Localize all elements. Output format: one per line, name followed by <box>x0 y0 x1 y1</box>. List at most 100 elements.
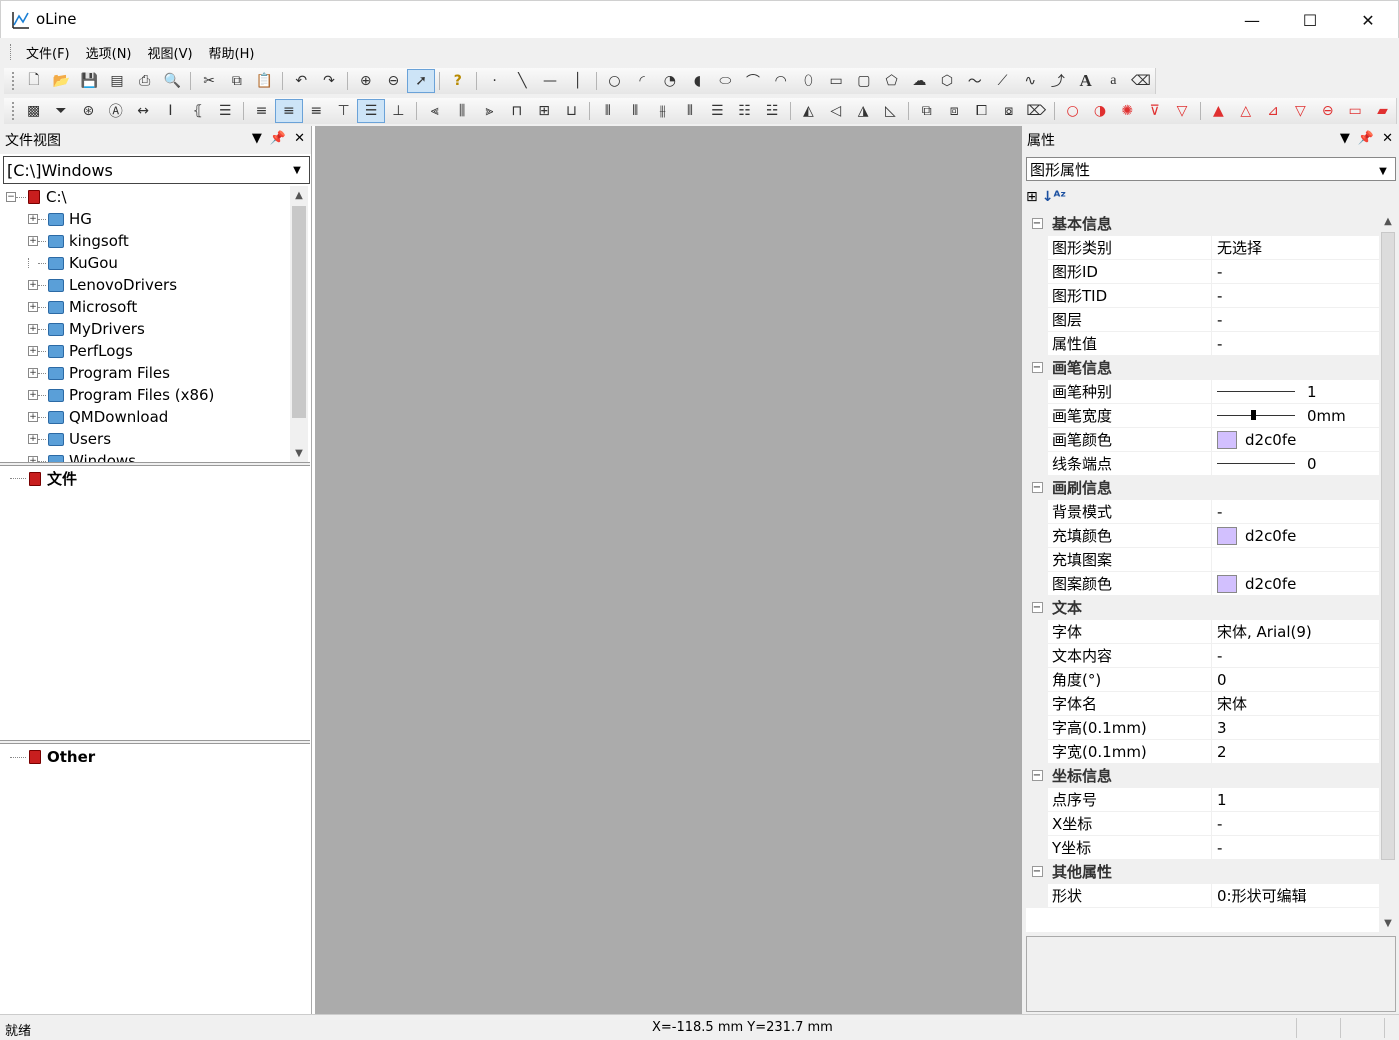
property-row[interactable]: 点序号 1 <box>1026 788 1379 812</box>
circled-a-icon[interactable]: Ⓐ <box>102 99 129 123</box>
property-value[interactable] <box>1212 548 1379 571</box>
property-category[interactable]: − 画刷信息 <box>1026 476 1379 500</box>
property-row[interactable]: 文本内容 - <box>1026 644 1379 668</box>
polyline-tool-icon[interactable]: ⟋ <box>989 69 1017 93</box>
sort-az-icon[interactable]: ↓ᴬᶻ <box>1042 189 1066 205</box>
pie-tool-icon[interactable]: ◔ <box>656 69 684 93</box>
property-value[interactable]: d2c0fe <box>1212 524 1379 547</box>
height-dimension-icon[interactable]: I <box>157 99 184 123</box>
property-row[interactable]: 图形类别 无选择 <box>1026 236 1379 260</box>
collapse-icon[interactable]: − <box>1031 866 1043 877</box>
align-bottom-icon[interactable]: ⊥ <box>385 99 412 123</box>
pin-icon[interactable]: 📌 <box>270 131 286 146</box>
scroll-down-icon[interactable]: ▼ <box>290 444 308 462</box>
tree-item[interactable]: KuGou <box>2 252 290 274</box>
property-category[interactable]: − 坐标信息 <box>1026 764 1379 788</box>
property-row[interactable]: 画笔宽度 0mm <box>1026 404 1379 428</box>
chevron-down-icon[interactable]: ▼ <box>287 159 307 181</box>
property-row[interactable]: 角度(°) 0 <box>1026 668 1379 692</box>
open-folder-icon[interactable]: 📂 <box>48 69 76 93</box>
bezier-tool-icon[interactable]: ⤴ <box>1044 69 1072 93</box>
tree-item[interactable]: + QMDownload <box>2 406 290 428</box>
flip-v-icon[interactable]: ◁ <box>822 99 849 123</box>
paste-icon[interactable]: 📋 <box>251 69 279 93</box>
scroll-up-icon[interactable]: ▲ <box>290 186 308 204</box>
copy-icon[interactable]: ⧉ <box>223 69 251 93</box>
distribute-h-icon[interactable]: ⦀ <box>594 99 621 123</box>
property-row[interactable]: 图形TID - <box>1026 284 1379 308</box>
property-row[interactable]: 字体 宋体, Arial(9) <box>1026 620 1379 644</box>
property-row[interactable]: 字高(0.1mm) 3 <box>1026 716 1379 740</box>
print-icon[interactable]: ⎙ <box>131 69 159 93</box>
rotate-right-icon[interactable]: ◺ <box>877 99 904 123</box>
property-row[interactable]: 画笔颜色 d2c0fe <box>1026 428 1379 452</box>
pin-icon[interactable]: 📌 <box>1358 131 1374 146</box>
rectangle-tool-icon[interactable]: ▭ <box>822 69 850 93</box>
red-rect-slash-icon[interactable]: ▰ <box>1369 99 1396 123</box>
shape-align-right-icon[interactable]: ⫸ <box>476 99 503 123</box>
distribute-v2-icon[interactable]: ☷ <box>731 99 758 123</box>
property-type-select[interactable]: 图形属性 ▼ <box>1026 157 1396 181</box>
property-value[interactable]: d2c0fe <box>1212 428 1379 451</box>
chord-tool-icon[interactable]: ◖ <box>684 69 712 93</box>
property-value[interactable]: - <box>1212 308 1379 331</box>
distribute-v3-icon[interactable]: ☳ <box>758 99 785 123</box>
toolbar-grip[interactable] <box>12 102 16 120</box>
minimize-button[interactable]: — <box>1223 1 1281 39</box>
panel-menu-icon[interactable]: ▼ <box>252 131 262 146</box>
property-value[interactable]: d2c0fe <box>1212 572 1379 595</box>
collapse-icon[interactable]: − <box>1031 482 1043 493</box>
undo-icon[interactable]: ↶ <box>287 69 315 93</box>
align-center-icon[interactable]: ≡ <box>275 99 303 123</box>
select-pointer-icon[interactable]: ➚ <box>407 69 436 93</box>
drawing-canvas[interactable] <box>315 126 1021 1014</box>
tree-item[interactable]: + Program Files (x86) <box>2 384 290 406</box>
tree-item[interactable]: + kingsoft <box>2 230 290 252</box>
vline-tool-icon[interactable]: │ <box>564 69 592 93</box>
chevron-down-icon[interactable]: ▼ <box>1373 160 1393 182</box>
tree-item[interactable]: + Microsoft <box>2 296 290 318</box>
red-up-outline-icon[interactable]: ⊿ <box>1259 99 1286 123</box>
tree-item[interactable]: + Program Files <box>2 362 290 384</box>
pattern-fill-icon[interactable]: ▩ <box>20 99 47 123</box>
file-section[interactable]: 文件 <box>10 468 77 489</box>
tree-item[interactable]: + PerfLogs <box>2 340 290 362</box>
save-all-icon[interactable]: ▤ <box>103 69 131 93</box>
scroll-up-icon[interactable]: ▲ <box>1379 212 1397 230</box>
shape-align-vcenter-icon[interactable]: ⊞ <box>530 99 557 123</box>
help-icon[interactable]: ? <box>444 69 472 93</box>
panel-splitter[interactable] <box>0 462 310 466</box>
send-back-icon[interactable]: ⧇ <box>995 99 1022 123</box>
red-circle-icon[interactable]: ○ <box>1059 99 1086 123</box>
property-value[interactable]: 无选择 <box>1212 236 1379 259</box>
rotate-left-icon[interactable]: ◮ <box>849 99 876 123</box>
menu-help[interactable]: 帮助(H) <box>201 40 263 65</box>
property-row[interactable]: 属性值 - <box>1026 332 1379 356</box>
property-value[interactable]: 1 <box>1212 788 1379 811</box>
close-button[interactable]: ✕ <box>1339 1 1397 39</box>
property-value[interactable]: 0mm <box>1212 404 1379 427</box>
line-tool-icon[interactable]: ╲ <box>508 69 536 93</box>
polygon-tool-icon[interactable]: ⬠ <box>878 69 906 93</box>
property-row[interactable]: Y坐标 - <box>1026 836 1379 860</box>
ellipse-tool-icon[interactable]: ⬭ <box>711 69 739 93</box>
group-icon[interactable]: ⧉ <box>913 99 940 123</box>
property-row[interactable]: 充填颜色 d2c0fe <box>1026 524 1379 548</box>
property-value[interactable]: 3 <box>1212 716 1379 739</box>
red-rect-icon[interactable]: ▭ <box>1341 99 1368 123</box>
property-category[interactable]: − 基本信息 <box>1026 212 1379 236</box>
property-value[interactable]: 宋体, Arial(9) <box>1212 620 1379 643</box>
width-dimension-icon[interactable]: ↔ <box>129 99 156 123</box>
scroll-thumb[interactable] <box>292 206 306 418</box>
property-row[interactable]: 画笔种别 1 <box>1026 380 1379 404</box>
ungroup-icon[interactable]: ⧈ <box>940 99 967 123</box>
panel-close-icon[interactable]: ✕ <box>294 131 305 146</box>
round-rect-tool-icon[interactable]: ▢ <box>850 69 878 93</box>
curve-tool-icon[interactable]: 〜 <box>961 69 989 93</box>
flip-h-icon[interactable]: ◭ <box>795 99 822 123</box>
tree-root[interactable]: − C:\ <box>2 186 290 208</box>
property-row[interactable]: 背景模式 - <box>1026 500 1379 524</box>
bring-front-icon[interactable]: ⧠ <box>968 99 995 123</box>
property-row[interactable]: 字宽(0.1mm) 2 <box>1026 740 1379 764</box>
red-triangle-down-icon[interactable]: ⊽ <box>1141 99 1168 123</box>
